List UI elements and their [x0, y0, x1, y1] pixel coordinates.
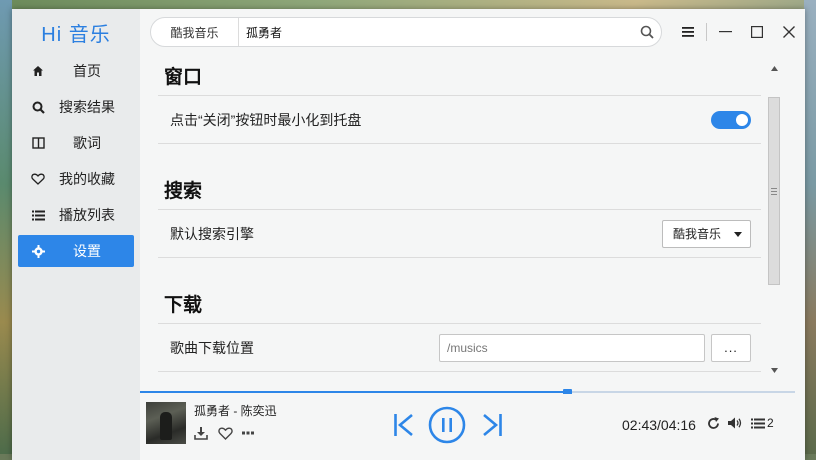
progress-fill — [140, 391, 568, 393]
queue-list-icon — [751, 418, 765, 428]
skip-next-icon — [483, 414, 502, 436]
next-button[interactable] — [479, 405, 505, 445]
skip-previous-icon — [394, 414, 413, 436]
sidebar-item-playlist[interactable]: 播放列表 — [18, 199, 134, 231]
queue-button[interactable]: 2 — [751, 416, 774, 430]
list-icon — [18, 210, 58, 221]
sidebar: Hi 音乐 首页 搜索结果 歌词 我的收藏 播放列表 设置 — [12, 9, 140, 460]
main-panel: 酷我音乐 孤勇者 窗口 点击“关闭”按钮时最小化到托盘 搜索 默认搜索引擎 酷我… — [140, 9, 805, 460]
top-bar: 酷我音乐 — [140, 9, 805, 55]
scroll-down-button[interactable] — [766, 363, 782, 377]
search-engine-selector[interactable]: 酷我音乐 — [151, 18, 239, 46]
toggle-knob — [736, 113, 748, 126]
pause-button[interactable] — [427, 405, 467, 445]
settings-section-search: 搜索 默认搜索引擎 酷我音乐 — [158, 175, 761, 258]
setting-row-download-location: 歌曲下载位置 /musics ... — [158, 323, 761, 372]
search-input[interactable] — [239, 25, 633, 39]
volume-button[interactable] — [728, 417, 743, 429]
sidebar-nav: 首页 搜索结果 歌词 我的收藏 播放列表 设置 — [12, 55, 140, 267]
desktop-background-left — [0, 0, 12, 460]
heart-icon — [218, 426, 233, 440]
select-value: 酷我音乐 — [673, 227, 722, 241]
sidebar-item-lyrics[interactable]: 歌词 — [18, 127, 134, 159]
close-button[interactable] — [773, 17, 805, 47]
scroll-up-button[interactable] — [766, 61, 782, 75]
section-title: 下载 — [164, 295, 203, 316]
minimize-button[interactable] — [709, 17, 741, 47]
setting-row-default-engine: 默认搜索引擎 酷我音乐 — [158, 209, 761, 258]
section-title: 搜索 — [164, 181, 203, 202]
extra-controls: 2 — [707, 416, 782, 430]
download-icon — [194, 426, 208, 440]
gear-icon — [18, 244, 58, 258]
browse-button[interactable]: ... — [711, 333, 751, 362]
grip-icon — [771, 187, 777, 195]
album-cover[interactable] — [146, 402, 186, 444]
close-icon — [783, 26, 795, 38]
window-controls — [672, 17, 805, 47]
previous-button[interactable] — [391, 405, 417, 445]
heart-icon — [18, 173, 58, 185]
default-engine-select[interactable]: 酷我音乐 — [662, 219, 751, 248]
more-button[interactable] — [242, 425, 266, 441]
volume-icon — [728, 417, 742, 429]
arrow-down-icon — [770, 367, 778, 373]
setting-row-close-to-tray: 点击“关闭”按钮时最小化到托盘 — [158, 95, 761, 144]
song-actions — [194, 425, 266, 441]
hamburger-icon — [682, 27, 694, 37]
divider — [706, 23, 707, 41]
section-title: 窗口 — [164, 67, 203, 88]
arrow-up-icon — [770, 65, 778, 71]
queue-count: 2 — [767, 416, 774, 430]
sidebar-item-label: 歌词 — [73, 135, 101, 151]
sidebar-item-label: 我的收藏 — [59, 171, 115, 187]
pause-icon — [428, 406, 466, 444]
app-window: Hi 音乐 首页 搜索结果 歌词 我的收藏 播放列表 设置 酷我音乐 孤勇者 窗… — [12, 9, 805, 460]
vertical-scrollbar[interactable] — [766, 61, 782, 377]
download-path-input[interactable]: /musics — [439, 333, 705, 362]
sidebar-item-favorites[interactable]: 我的收藏 — [18, 163, 134, 195]
chevron-down-icon — [734, 231, 742, 237]
sidebar-item-settings[interactable]: 设置 — [18, 235, 134, 267]
search-icon — [18, 101, 58, 114]
sidebar-item-label: 首页 — [73, 63, 101, 79]
lyrics-icon — [18, 137, 58, 149]
search-bar: 酷我音乐 — [150, 17, 662, 47]
sidebar-item-label: 设置 — [73, 243, 101, 259]
setting-label: 点击“关闭”按钮时最小化到托盘 — [170, 111, 362, 128]
scroll-track — [766, 75, 782, 363]
maximize-icon — [751, 26, 763, 38]
sidebar-item-label: 播放列表 — [59, 207, 115, 223]
more-icon — [242, 431, 254, 435]
setting-label: 默认搜索引擎 — [170, 225, 254, 242]
maximize-button[interactable] — [741, 17, 773, 47]
repeat-icon — [708, 416, 719, 429]
menu-button[interactable] — [672, 17, 704, 47]
settings-content: 窗口 点击“关闭”按钮时最小化到托盘 搜索 默认搜索引擎 酷我音乐 下载 歌曲下… — [140, 55, 795, 389]
scroll-thumb[interactable] — [768, 97, 780, 285]
minimize-icon — [718, 31, 732, 33]
now-playing-title: 孤勇者 - 陈奕迅 — [194, 404, 277, 418]
sidebar-item-label: 搜索结果 — [59, 99, 115, 115]
sidebar-item-search-results[interactable]: 搜索结果 — [18, 91, 134, 123]
repeat-button[interactable] — [707, 416, 720, 430]
settings-section-download: 下载 歌曲下载位置 /musics ... — [158, 289, 761, 372]
time-display: 02:43/04:16 — [622, 417, 696, 433]
settings-section-window: 窗口 点击“关闭”按钮时最小化到托盘 — [158, 61, 761, 144]
app-logo: Hi 音乐 — [41, 23, 111, 46]
desktop-background-right — [804, 0, 816, 460]
search-button[interactable] — [633, 25, 661, 39]
playback-controls — [391, 405, 505, 445]
search-icon — [640, 25, 654, 39]
setting-label: 歌曲下载位置 — [170, 339, 254, 356]
download-button[interactable] — [194, 425, 218, 441]
cover-figure — [160, 412, 172, 440]
sidebar-item-home[interactable]: 首页 — [18, 55, 134, 87]
close-to-tray-toggle[interactable] — [711, 110, 751, 129]
favorite-button[interactable] — [218, 425, 242, 441]
player-bar: 孤勇者 - 陈奕迅 02:43/04:16 2 — [140, 394, 795, 460]
home-icon — [18, 65, 58, 77]
